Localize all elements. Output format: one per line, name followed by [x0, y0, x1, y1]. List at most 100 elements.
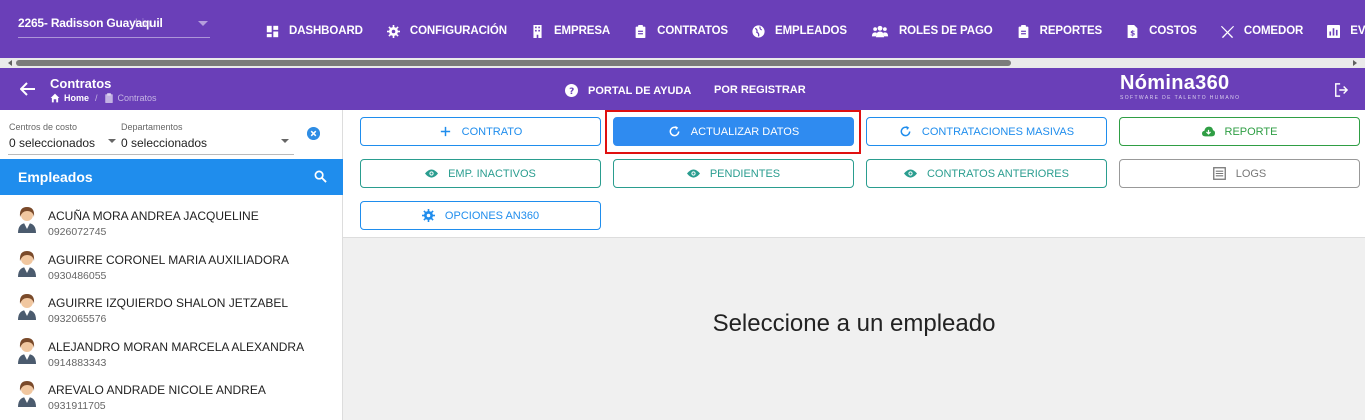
- breadcrumb-separator: /: [95, 93, 98, 103]
- chevron-down-icon: [198, 21, 208, 26]
- main-content: CONTRATO ACTUALIZAR DATOS CONTRATACIONES…: [343, 110, 1365, 420]
- list-item[interactable]: ALEJANDRO MORAN MARCELA ALEXANDRA 091488…: [0, 326, 343, 370]
- nav-evaluacion[interactable]: EVALUACIO: [1327, 22, 1365, 40]
- department-filter[interactable]: Departamentos 0 seleccionados: [121, 122, 207, 150]
- chart-icon: [1327, 24, 1341, 38]
- list-item[interactable]: AREVALO ANDRADE NICOLE ANDREA 0931911705: [0, 369, 343, 413]
- cost-center-filter[interactable]: Centros de costo 0 seleccionados: [9, 122, 95, 150]
- nav-comedor-label: COMEDOR: [1243, 25, 1304, 37]
- clipboard-icon: [1018, 24, 1029, 38]
- nav-comedor[interactable]: COMEDOR: [1220, 22, 1304, 40]
- new-contract-button[interactable]: CONTRATO: [360, 117, 601, 146]
- logo-tagline: SOFTWARE DE TALENTO HUMANO: [1120, 95, 1241, 101]
- an360-options-label: OPCIONES AN360: [444, 209, 540, 222]
- utensils-icon: [1220, 25, 1234, 38]
- employee-id: 0930486055: [48, 269, 107, 282]
- refresh-icon: [900, 125, 911, 137]
- an360-options-button[interactable]: OPCIONES AN360: [360, 201, 601, 230]
- eye-icon: [903, 169, 917, 178]
- inactive-employees-button[interactable]: EMP. INACTIVOS: [360, 159, 601, 188]
- clear-filter-icon[interactable]: [307, 127, 320, 140]
- nav-contratos-label: CONTRATOS: [657, 25, 728, 37]
- users-icon: [871, 25, 889, 37]
- company-select[interactable]: 2265- Radisson Guayaquil hin: [18, 12, 210, 38]
- home-icon: [50, 93, 60, 103]
- breadcrumb: Home / Contratos: [50, 93, 157, 103]
- avatar-icon: [18, 250, 36, 277]
- breadcrumb-home[interactable]: Home: [64, 93, 89, 103]
- help-portal-link[interactable]: ? PORTAL DE AYUDA: [565, 84, 691, 97]
- department-value: 0 seleccionados: [121, 136, 208, 150]
- employee-name: AGUIRRE IZQUIERDO SHALON JETZABEL: [48, 296, 289, 310]
- page-title: Contratos: [50, 76, 112, 91]
- globe-icon: [752, 24, 765, 38]
- new-contract-label: CONTRATO: [461, 125, 523, 138]
- app-logo: Nómina360 SOFTWARE DE TALENTO HUMANO: [1120, 72, 1260, 101]
- report-button[interactable]: REPORTE: [1119, 117, 1360, 146]
- list-item[interactable]: AGUIRRE CORONEL MARIA AUXILIADORA 093048…: [0, 239, 343, 283]
- building-icon: [533, 24, 542, 38]
- chevron-down-icon[interactable]: [281, 139, 289, 143]
- search-icon[interactable]: [314, 170, 327, 183]
- chevron-down-icon[interactable]: [108, 139, 116, 143]
- employee-id: 0926072745: [48, 226, 107, 238]
- avatar-icon: [18, 294, 36, 320]
- nav-empleados[interactable]: EMPLEADOS: [752, 22, 847, 40]
- employees-title: Empleados: [18, 169, 93, 185]
- clipboard-icon: [104, 93, 113, 103]
- help-portal-label: PORTAL DE AYUDA: [588, 84, 692, 97]
- dashboard-icon: [266, 25, 279, 37]
- breadcrumb-current: Contratos: [117, 93, 157, 103]
- nav-empresa-label: EMPRESA: [553, 25, 611, 37]
- nav-reportes[interactable]: REPORTES: [1017, 22, 1102, 40]
- nav-contratos[interactable]: CONTRATOS: [634, 22, 728, 40]
- list-item[interactable]: ACUÑA MORA ANDREA JACQUELINE 0926072745: [0, 195, 343, 239]
- nav-dashboard[interactable]: DASHBOARD: [266, 22, 363, 40]
- employees-header: Empleados: [0, 159, 343, 195]
- dollar-file-icon: $: [1127, 24, 1138, 38]
- pending-register-link[interactable]: POR REGISTRAR: [714, 84, 806, 96]
- logo-text: Nómina360: [1120, 72, 1230, 94]
- cloud-download-icon: [1201, 126, 1215, 137]
- previous-contracts-button[interactable]: CONTRATOS ANTERIORES: [866, 159, 1107, 188]
- gear-icon: [386, 24, 400, 38]
- avatar-icon: [18, 337, 36, 364]
- horizontal-scrollbar[interactable]: [0, 58, 1365, 68]
- logs-button[interactable]: LOGS: [1119, 159, 1360, 188]
- logs-label: LOGS: [1235, 167, 1267, 180]
- back-arrow-icon[interactable]: [20, 82, 36, 96]
- employee-name: ACUÑA MORA ANDREA JACQUELINE: [48, 209, 259, 223]
- svg-text:$: $: [1130, 28, 1135, 37]
- list-item[interactable]: AGUIRRE IZQUIERDO SHALON JETZABEL 093206…: [0, 282, 343, 326]
- avatar-icon: [18, 381, 36, 407]
- employee-id: 0914883343: [48, 356, 107, 369]
- nav-dashboard-label: DASHBOARD: [289, 25, 363, 37]
- cost-center-label: Centros de costo: [9, 122, 78, 132]
- logout-icon[interactable]: [1334, 83, 1348, 97]
- nav-configuracion[interactable]: CONFIGURACIÓN: [386, 22, 507, 40]
- scrollbar-thumb[interactable]: [16, 60, 1011, 66]
- mass-hiring-button[interactable]: CONTRATACIONES MASIVAS: [866, 117, 1107, 146]
- employee-name: ALEJANDRO MORAN MARCELA ALEXANDRA: [48, 339, 305, 354]
- avatar-icon: [18, 207, 36, 233]
- employee-name: AGUIRRE CORONEL MARIA AUXILIADORA: [48, 252, 289, 267]
- list-icon: [1212, 167, 1226, 180]
- employee-id: 0931911705: [48, 400, 106, 412]
- top-navigation-bar: 2265- Radisson Guayaquil hin DASHBOARD C…: [0, 0, 1365, 58]
- sub-header: Contratos Home / Contratos ? PORTAL DE A…: [0, 68, 1365, 110]
- scroll-left-icon[interactable]: [8, 60, 12, 66]
- pending-button[interactable]: PENDIENTES: [613, 159, 854, 188]
- pending-label: PENDIENTES: [709, 167, 781, 180]
- plus-icon: [440, 126, 450, 137]
- employee-id: 0932065576: [48, 313, 107, 325]
- nav-roles-de-pago[interactable]: ROLES DE PAGO: [871, 22, 993, 40]
- scroll-right-icon[interactable]: [1353, 60, 1357, 66]
- employee-list: ACUÑA MORA ANDREA JACQUELINE 0926072745 …: [0, 195, 343, 413]
- department-label: Departamentos: [121, 122, 183, 132]
- eye-icon: [425, 169, 439, 178]
- nav-empresa[interactable]: EMPRESA: [531, 22, 610, 40]
- gear-icon: [421, 209, 435, 222]
- help-icon: ?: [565, 84, 578, 97]
- nav-costos[interactable]: $ COSTOS: [1126, 22, 1197, 40]
- highlight-box: [605, 110, 861, 154]
